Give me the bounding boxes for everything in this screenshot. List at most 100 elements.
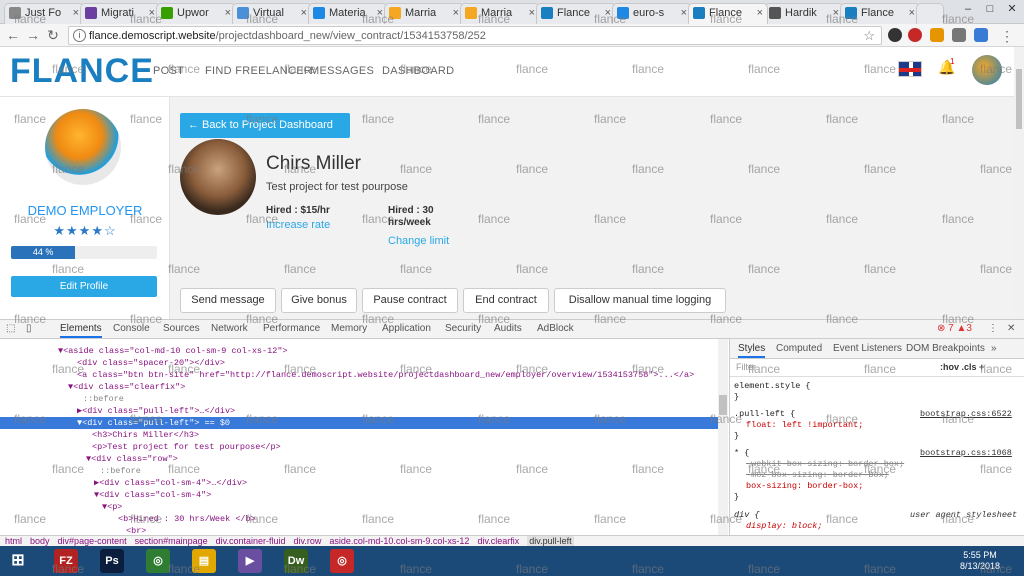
dreamweaver-icon[interactable]: Dw bbox=[284, 549, 308, 573]
start-icon[interactable]: ⊞ bbox=[6, 549, 30, 573]
send-message-button[interactable]: Send message bbox=[180, 288, 276, 313]
dom-node[interactable]: <p>Test project for test pourpose</p> bbox=[92, 441, 281, 453]
site-logo[interactable]: FLANCE bbox=[10, 52, 154, 91]
breadcrumb-item[interactable]: div.pull-left bbox=[527, 536, 574, 546]
rule-source-link[interactable]: bootstrap.css:1068 bbox=[920, 448, 1012, 459]
extension-icon[interactable] bbox=[952, 28, 966, 42]
browser-tab[interactable]: Flance × bbox=[536, 3, 616, 24]
browser-tab[interactable]: Marria × bbox=[384, 3, 464, 24]
style-rule[interactable]: .pull-left { bootstrap.css:6522 float: l… bbox=[734, 409, 1012, 442]
window-close-icon[interactable]: ✕ bbox=[1000, 0, 1024, 18]
dom-node[interactable]: <b>Hired : 30 hrs/Week </b> bbox=[118, 513, 256, 525]
header-avatar[interactable] bbox=[972, 55, 1002, 85]
rule-source-link[interactable]: bootstrap.css:6522 bbox=[920, 409, 1012, 420]
breadcrumb-item[interactable]: html bbox=[5, 536, 22, 546]
browser-tab[interactable]: Hardik × bbox=[764, 3, 844, 24]
devtools-tab-network[interactable]: Network bbox=[211, 323, 248, 334]
devtools-tab-audits[interactable]: Audits bbox=[494, 323, 522, 334]
tab-close-icon[interactable]: × bbox=[529, 4, 535, 23]
styles-tab-computed[interactable]: Computed bbox=[776, 343, 822, 354]
tab-close-icon[interactable]: × bbox=[301, 4, 307, 23]
devtools-tab-security[interactable]: Security bbox=[445, 323, 481, 334]
devtools-tab-console[interactable]: Console bbox=[113, 323, 150, 334]
media-icon[interactable]: ▶ bbox=[238, 549, 262, 573]
tab-close-icon[interactable]: × bbox=[453, 4, 459, 23]
extension-icon[interactable] bbox=[974, 28, 988, 42]
styles-tab-styles[interactable]: Styles bbox=[738, 343, 766, 358]
devtools-tab-memory[interactable]: Memory bbox=[331, 323, 367, 334]
devtools-tab-sources[interactable]: Sources bbox=[163, 323, 200, 334]
increase-rate-link[interactable]: Increase rate bbox=[266, 219, 330, 231]
browser-tab[interactable]: euro-s × bbox=[612, 3, 692, 24]
chrome2-icon[interactable]: ◎ bbox=[330, 549, 354, 573]
browser-tab[interactable]: Migrati × bbox=[80, 3, 160, 24]
back-to-dashboard-button[interactable]: ← Back to Project Dashboard bbox=[180, 113, 350, 138]
dom-node[interactable]: ▶<div class="col-sm-4">…</div> bbox=[94, 477, 247, 489]
edit-profile-button[interactable]: Edit Profile bbox=[11, 276, 157, 297]
browser-tab[interactable]: Materia × bbox=[308, 3, 388, 24]
devtools-close-icon[interactable]: ✕ bbox=[1007, 323, 1015, 334]
scrollbar-thumb[interactable] bbox=[1016, 69, 1022, 129]
back-icon[interactable]: ← bbox=[4, 26, 22, 44]
explorer-icon[interactable]: ▤ bbox=[192, 549, 216, 573]
info-icon[interactable]: i bbox=[73, 29, 86, 42]
pause-contract-button[interactable]: Pause contract bbox=[362, 288, 458, 313]
maximize-icon[interactable]: □ bbox=[978, 0, 1002, 18]
more-tabs-icon[interactable]: » bbox=[991, 343, 997, 354]
breadcrumb-item[interactable]: aside.col-md-10.col-sm-9.col-xs-12 bbox=[329, 536, 469, 546]
page-scrollbar[interactable] bbox=[1014, 47, 1024, 319]
breadcrumb-item[interactable]: div.row bbox=[294, 536, 322, 546]
devtools-menu-icon[interactable]: ⋮ bbox=[988, 323, 998, 334]
inspect-icon[interactable]: ⬚ bbox=[6, 323, 15, 334]
language-flag-icon[interactable] bbox=[898, 61, 922, 77]
styles-tab-dom-breakpoints[interactable]: DOM Breakpoints bbox=[906, 343, 985, 354]
tab-close-icon[interactable]: × bbox=[149, 4, 155, 23]
extension-icon[interactable] bbox=[888, 28, 902, 42]
breadcrumb-item[interactable]: div.container-fluid bbox=[216, 536, 286, 546]
chrome-icon[interactable]: ◎ bbox=[146, 549, 170, 573]
minimize-icon[interactable]: – bbox=[956, 0, 980, 18]
system-clock[interactable]: 5:55 PM 8/13/2018 bbox=[960, 550, 1000, 572]
scrollbar-thumb[interactable] bbox=[719, 395, 727, 415]
tab-close-icon[interactable]: × bbox=[909, 4, 915, 23]
elements-scrollbar[interactable] bbox=[718, 339, 728, 535]
breadcrumb-item[interactable]: div#page-content bbox=[58, 536, 127, 546]
breadcrumb-item[interactable]: div.clearfix bbox=[477, 536, 519, 546]
dom-node[interactable]: ▶<div class="pull-left">…</div> bbox=[77, 405, 235, 417]
nav-dashboard[interactable]: DASHBOARD bbox=[382, 65, 454, 77]
tab-close-icon[interactable]: × bbox=[377, 4, 383, 23]
dom-node[interactable]: ▼<div class="row"> bbox=[86, 453, 178, 465]
dom-node[interactable]: <a class="btn btn-site" href="http://fla… bbox=[77, 369, 694, 381]
nav-post[interactable]: POST bbox=[153, 65, 184, 77]
device-toggle-icon[interactable]: ▯ bbox=[26, 323, 32, 334]
dom-node[interactable]: <br> bbox=[126, 525, 146, 535]
dom-node[interactable]: <div class="spacer-20"></div> bbox=[77, 357, 225, 369]
nav-find-freelancer[interactable]: FIND FREELANCER bbox=[205, 65, 312, 77]
tab-close-icon[interactable]: × bbox=[225, 4, 231, 23]
dom-node[interactable]: ▼<div class="clearfix"> bbox=[68, 381, 185, 393]
browser-tab[interactable]: Upwor × bbox=[156, 3, 236, 24]
dom-node-selected[interactable]: ▼<div class="pull-left"> == $0 bbox=[0, 417, 718, 429]
nav-messages[interactable]: MESSAGES bbox=[310, 65, 374, 77]
browser-tab[interactable]: Virtual × bbox=[232, 3, 312, 24]
tab-close-icon[interactable]: × bbox=[833, 4, 839, 23]
dom-node[interactable]: ▼<div class="col-sm-4"> bbox=[94, 489, 211, 501]
url-input[interactable]: i flance.demoscript.website/projectdashb… bbox=[68, 26, 882, 45]
menu-icon[interactable]: ⋮ bbox=[998, 27, 1016, 45]
disallow-time-logging-button[interactable]: Disallow manual time logging bbox=[554, 288, 726, 313]
browser-tab[interactable]: Just Fo × bbox=[4, 3, 84, 24]
style-rule[interactable]: element.style { } bbox=[734, 381, 811, 403]
error-warning-count[interactable]: ⊗ 7 ▲3 bbox=[937, 323, 972, 334]
dom-node[interactable]: ▼<aside class="col-md-10 col-sm-9 col-xs… bbox=[58, 345, 288, 357]
devtools-tab-application[interactable]: Application bbox=[382, 323, 431, 334]
give-bonus-button[interactable]: Give bonus bbox=[281, 288, 357, 313]
hov-cls-toggles[interactable]: :hov .cls + bbox=[940, 362, 984, 372]
extension-icon[interactable] bbox=[930, 28, 944, 42]
dom-node[interactable]: <h3>Chirs Miller</h3> bbox=[92, 429, 199, 441]
tab-close-icon[interactable]: × bbox=[757, 4, 763, 23]
breadcrumb-item[interactable]: section#mainpage bbox=[135, 536, 208, 546]
bookmark-star-icon[interactable]: ☆ bbox=[863, 28, 875, 44]
new-tab-button[interactable] bbox=[916, 3, 944, 24]
dom-node[interactable]: ::before bbox=[100, 465, 141, 477]
devtools-tab-performance[interactable]: Performance bbox=[263, 323, 320, 334]
